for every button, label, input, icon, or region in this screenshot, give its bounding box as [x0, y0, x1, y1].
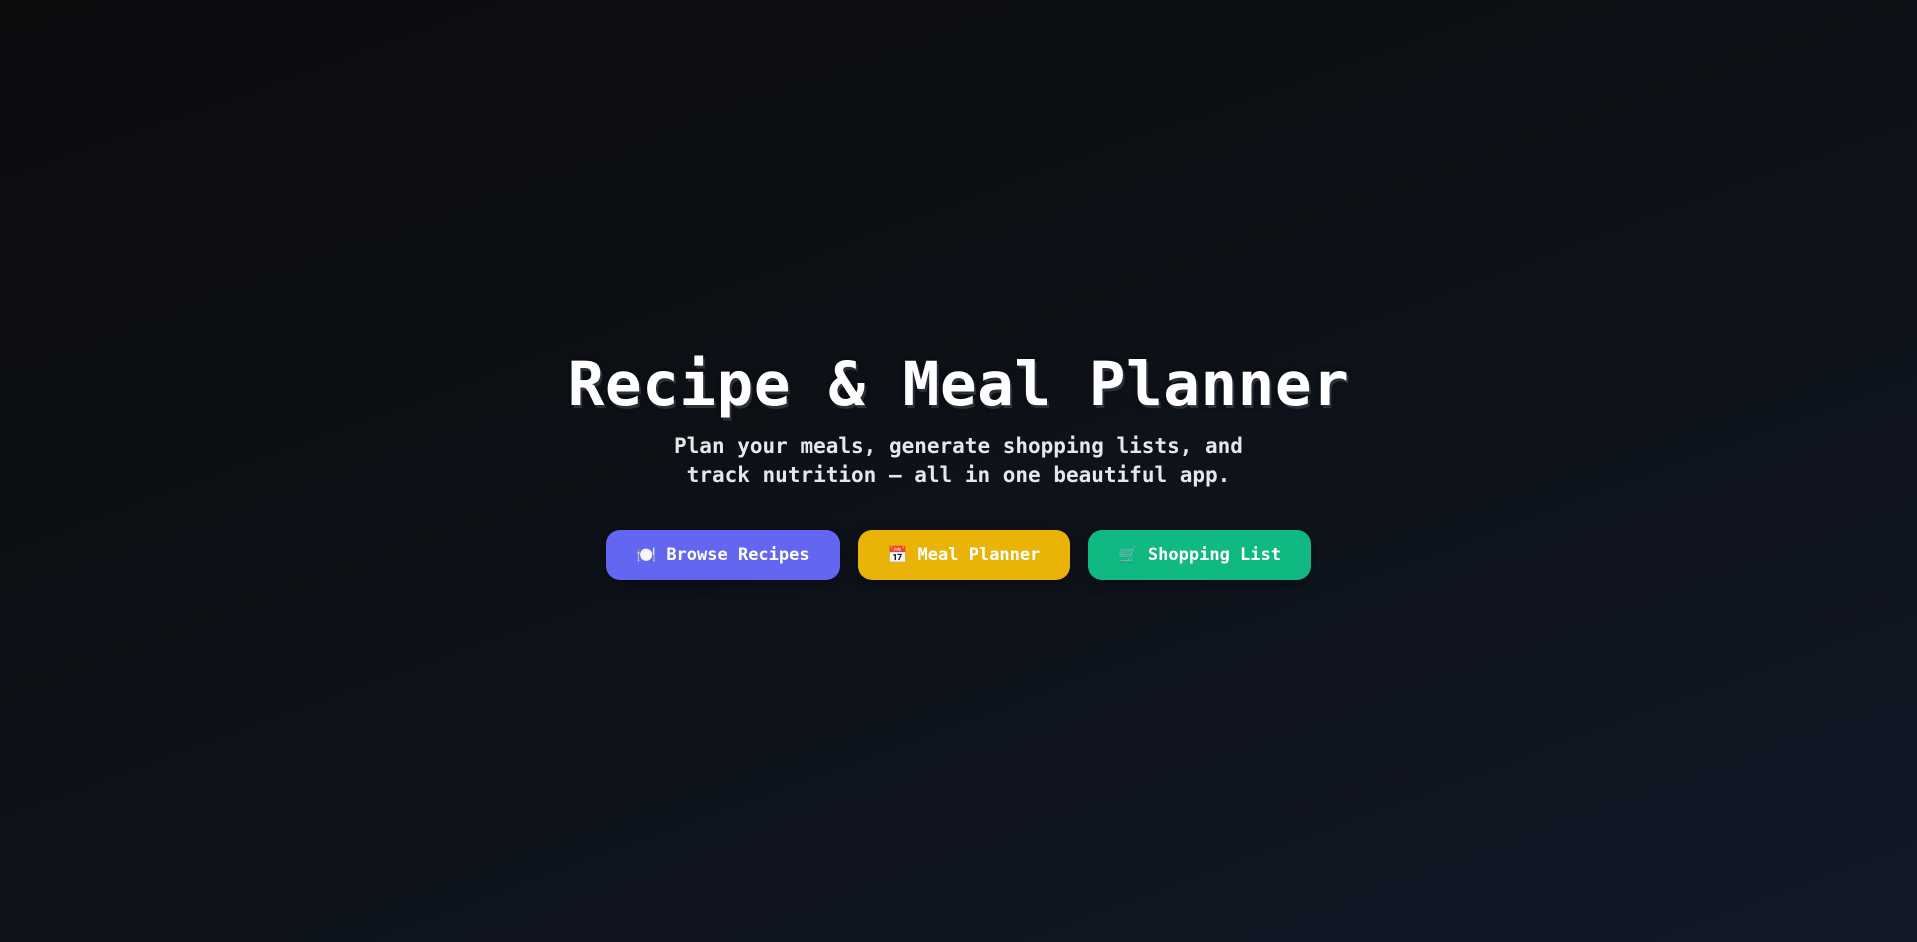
- calendar-icon: 📅: [887, 545, 908, 565]
- shopping-list-button[interactable]: 🛒 Shopping List: [1088, 530, 1311, 581]
- action-buttons: 🍽️ Browse Recipes 📅 Meal Planner 🛒 Shopp…: [606, 530, 1311, 581]
- meal-planner-label: Meal Planner: [917, 545, 1041, 566]
- meal-planner-button[interactable]: 📅 Meal Planner: [858, 530, 1070, 581]
- page-title: Recipe & Meal Planner: [567, 349, 1350, 420]
- hero-section: Recipe & Meal Planner Plan your meals, g…: [0, 349, 1917, 581]
- plate-icon: 🍽️: [636, 545, 657, 565]
- browse-recipes-label: Browse Recipes: [666, 545, 810, 566]
- page-subtitle: Plan your meals, generate shopping lists…: [674, 434, 1243, 488]
- browse-recipes-button[interactable]: 🍽️ Browse Recipes: [606, 530, 840, 581]
- shopping-list-label: Shopping List: [1147, 545, 1281, 566]
- shopping-cart-icon: 🛒: [1118, 545, 1138, 565]
